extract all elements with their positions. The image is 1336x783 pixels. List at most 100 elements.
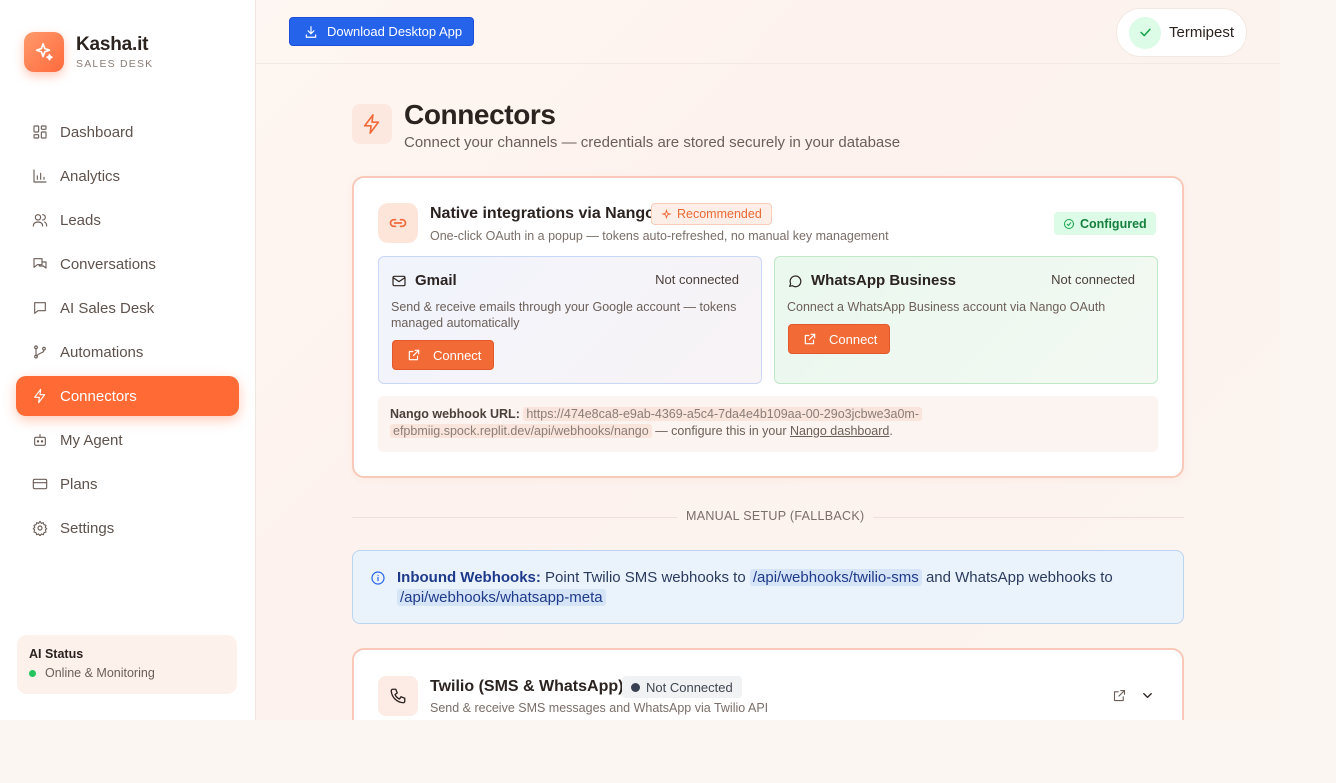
gmail-description: Send & receive emails through your Googl… bbox=[391, 300, 737, 330]
sparkle-logo-icon bbox=[24, 32, 64, 72]
twilio-connector-card[interactable]: Twilio (SMS & WhatsApp) Not Connected Se… bbox=[352, 648, 1184, 720]
sidebar: Kasha.it SALES DESK Dashboard Analytics … bbox=[0, 0, 256, 720]
info-icon bbox=[370, 570, 386, 586]
gmail-connect-button[interactable]: Connect bbox=[392, 340, 494, 370]
whatsapp-connect-label: Connect bbox=[829, 331, 878, 347]
webhook-label: Nango webhook URL: bbox=[390, 407, 520, 421]
sidebar-item-label: Leads bbox=[60, 211, 101, 229]
phone-icon bbox=[378, 676, 418, 716]
download-desktop-app-button[interactable]: Download Desktop App bbox=[289, 17, 474, 46]
git-branch-icon bbox=[34, 345, 46, 359]
nango-description: One-click OAuth in a popup — tokens auto… bbox=[430, 229, 889, 243]
gmail-connect-label: Connect bbox=[433, 347, 482, 363]
sidebar-item-leads[interactable]: Leads bbox=[16, 200, 239, 240]
sidebar-item-label: My Agent bbox=[60, 431, 123, 449]
recommended-badge: Recommended bbox=[651, 203, 772, 225]
recommended-badge-label: Recommended bbox=[677, 207, 762, 221]
twilio-description: Send & receive SMS messages and WhatsApp… bbox=[430, 701, 769, 715]
nango-webhook-box: Nango webhook URL: https://474e8ca8-e9ab… bbox=[378, 396, 1158, 452]
manual-setup-label: MANUAL SETUP (FALLBACK) bbox=[677, 509, 874, 523]
twilio-status-badge: Not Connected bbox=[622, 676, 742, 698]
twilio-status-label: Not Connected bbox=[646, 679, 733, 695]
topbar: Download Desktop App Termipest bbox=[256, 0, 1280, 64]
lightning-icon bbox=[34, 388, 46, 404]
lightning-icon bbox=[352, 104, 392, 144]
info-text-2: and WhatsApp webhooks to bbox=[921, 569, 1113, 586]
whatsapp-description: Connect a WhatsApp Business account via … bbox=[787, 300, 1106, 314]
webhook-suffix: — configure this in your bbox=[651, 424, 790, 438]
configured-status-badge: Configured bbox=[1054, 212, 1156, 235]
webhook-url-part1[interactable]: https://474e8ca8-e9ab-4369-a5c4-7da4e4b1… bbox=[523, 407, 922, 421]
chat-bubbles-icon bbox=[33, 258, 47, 269]
sidebar-item-connectors[interactable]: Connectors bbox=[16, 376, 239, 416]
external-link-icon bbox=[804, 333, 816, 345]
check-icon bbox=[1129, 16, 1161, 49]
whatsapp-name: WhatsApp Business bbox=[811, 272, 957, 289]
brand[interactable]: Kasha.it SALES DESK bbox=[24, 32, 153, 72]
brand-name: Kasha.it bbox=[76, 34, 149, 55]
sidebar-item-dashboard[interactable]: Dashboard bbox=[16, 112, 239, 152]
gmail-status: Not connected bbox=[655, 272, 739, 287]
whatsapp-connector-card: WhatsApp Business Not connected Connect … bbox=[774, 256, 1158, 384]
ai-status-panel: AI Status Online & Monitoring bbox=[17, 635, 237, 694]
bot-icon bbox=[34, 434, 46, 446]
chevron-down-icon[interactable] bbox=[1140, 688, 1155, 708]
user-name: Termipest bbox=[1169, 24, 1235, 41]
ai-status-text: Online & Monitoring bbox=[45, 666, 155, 680]
credit-card-icon bbox=[32, 478, 48, 490]
sidebar-item-plans[interactable]: Plans bbox=[16, 464, 239, 504]
page-subtitle: Connect your channels — credentials are … bbox=[404, 134, 901, 151]
info-text-1: Point Twilio SMS webhooks to bbox=[540, 569, 750, 586]
download-button-label: Download Desktop App bbox=[327, 24, 463, 39]
external-link-icon bbox=[408, 349, 420, 361]
user-menu[interactable]: Termipest bbox=[1116, 8, 1247, 57]
status-dot-icon bbox=[631, 682, 640, 692]
sidebar-item-label: Dashboard bbox=[60, 123, 134, 141]
nango-dashboard-link[interactable]: Nango dashboard bbox=[790, 424, 889, 438]
message-square-icon bbox=[34, 302, 46, 314]
sidebar-item-analytics[interactable]: Analytics bbox=[16, 156, 239, 196]
sidebar-item-label: Connectors bbox=[60, 387, 137, 405]
external-link-icon[interactable] bbox=[1112, 688, 1127, 708]
sidebar-item-label: Conversations bbox=[60, 255, 156, 273]
sidebar-item-my-agent[interactable]: My Agent bbox=[16, 420, 239, 460]
twilio-title: Twilio (SMS & WhatsApp) bbox=[430, 678, 624, 695]
app-window: Kasha.it SALES DESK Dashboard Analytics … bbox=[0, 0, 1280, 720]
sidebar-item-label: Automations bbox=[60, 343, 144, 361]
gear-icon bbox=[32, 520, 48, 536]
inbound-webhooks-info: Inbound Webhooks: Point Twilio SMS webho… bbox=[352, 550, 1184, 624]
sidebar-item-label: Analytics bbox=[60, 167, 121, 185]
link-icon bbox=[378, 203, 418, 243]
download-icon bbox=[305, 25, 317, 38]
whatsapp-status: Not connected bbox=[1051, 272, 1135, 287]
webhook-url-part2[interactable]: efpbmiig.spock.replit.dev/api/webhooks/n… bbox=[390, 424, 652, 438]
whatsapp-connect-button[interactable]: Connect bbox=[788, 324, 890, 354]
sparkle-icon bbox=[661, 208, 672, 219]
sidebar-nav: Dashboard Analytics Leads Conversations … bbox=[16, 112, 239, 552]
sidebar-item-conversations[interactable]: Conversations bbox=[16, 244, 239, 284]
mail-icon bbox=[392, 275, 406, 286]
twilio-sms-webhook-path: /api/webhooks/twilio-sms bbox=[749, 569, 922, 586]
configured-status-label: Configured bbox=[1080, 216, 1147, 231]
gmail-name: Gmail bbox=[415, 272, 457, 289]
users-icon bbox=[32, 214, 48, 227]
whatsapp-meta-webhook-path: /api/webhooks/whatsapp-meta bbox=[397, 589, 606, 606]
nango-title: Native integrations via Nango bbox=[430, 205, 655, 222]
message-circle-icon bbox=[789, 274, 802, 287]
online-dot-icon bbox=[29, 669, 36, 677]
sidebar-item-settings[interactable]: Settings bbox=[16, 508, 239, 548]
sidebar-item-automations[interactable]: Automations bbox=[16, 332, 239, 372]
check-circle-icon bbox=[1064, 218, 1074, 229]
sidebar-item-label: Plans bbox=[60, 475, 98, 493]
info-heading: Inbound Webhooks: bbox=[397, 569, 541, 586]
nango-integrations-card: Native integrations via Nango Recommende… bbox=[352, 176, 1184, 478]
ai-status-title: AI Status bbox=[29, 647, 84, 661]
brand-subtitle: SALES DESK bbox=[76, 58, 154, 70]
sidebar-item-ai-sales-desk[interactable]: AI Sales Desk bbox=[16, 288, 239, 328]
bar-chart-icon bbox=[33, 169, 47, 183]
sidebar-item-label: AI Sales Desk bbox=[60, 299, 155, 317]
gmail-connector-card: Gmail Not connected Send & receive email… bbox=[378, 256, 762, 384]
sidebar-item-label: Settings bbox=[60, 519, 115, 537]
grid-icon bbox=[33, 125, 47, 139]
webhook-end: . bbox=[889, 424, 893, 438]
